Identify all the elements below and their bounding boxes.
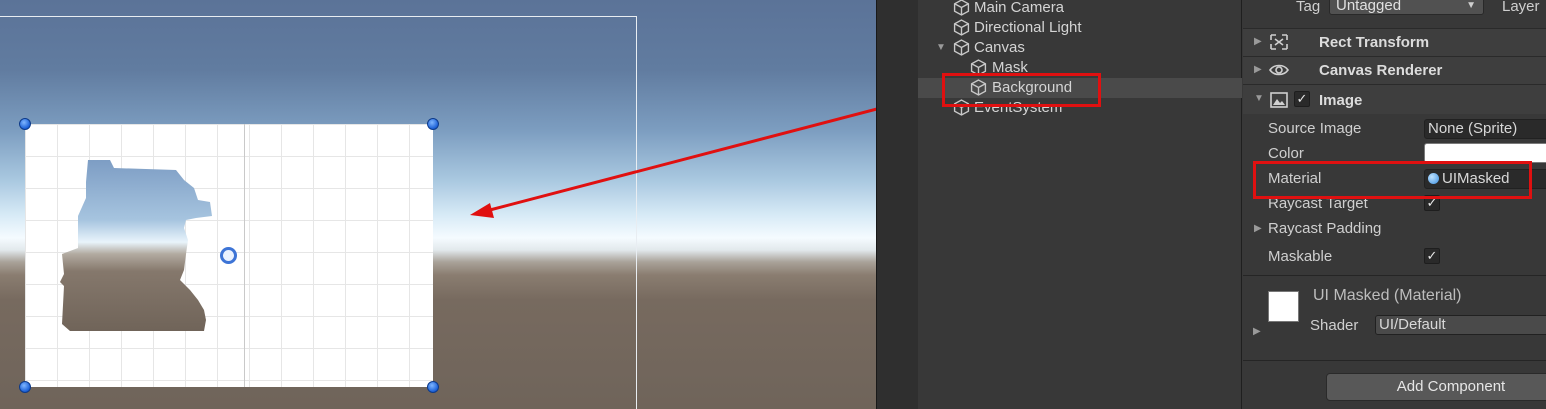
maskable-checkbox[interactable]: ✓ <box>1424 248 1440 264</box>
divider <box>1243 360 1546 361</box>
foldout-expanded-icon[interactable]: ▼ <box>1254 93 1264 104</box>
color-label: Color <box>1268 145 1304 162</box>
foldout-collapsed-icon[interactable]: ▶ <box>1254 36 1262 47</box>
hierarchy-item-label: Canvas <box>974 39 1025 56</box>
layer-label: Layer <box>1502 0 1540 15</box>
grid-center-line <box>244 124 245 387</box>
hierarchy-item-label: Directional Light <box>974 19 1082 36</box>
foldout-collapsed-icon[interactable]: ▶ <box>1253 326 1261 337</box>
component-title: Rect Transform <box>1319 34 1430 51</box>
source-image-field[interactable]: None (Sprite) <box>1424 119 1546 139</box>
tag-value: Untagged <box>1336 0 1402 14</box>
rect-handle-top-left[interactable] <box>19 118 31 130</box>
component-header-rect-transform[interactable]: ▶ Rect Transform <box>1243 28 1546 56</box>
maskable-label: Maskable <box>1268 248 1333 265</box>
rect-handle-bottom-left[interactable] <box>19 381 31 393</box>
highlight-box-material <box>1253 161 1532 199</box>
shader-label: Shader <box>1310 317 1359 334</box>
component-header-image[interactable]: ▼ ✓ Image <box>1243 84 1546 114</box>
tag-layer-row: Tag Untagged ▼ Layer <box>1243 0 1546 24</box>
eye-icon <box>1269 64 1289 76</box>
hierarchy-gutter <box>876 0 918 409</box>
scene-view[interactable] <box>0 0 876 409</box>
rect-transform-icon <box>1270 34 1288 50</box>
foldout-expanded-icon[interactable]: ▼ <box>936 42 948 54</box>
foldout-collapsed-icon[interactable]: ▶ <box>1254 223 1262 234</box>
material-preview <box>1268 291 1299 322</box>
hierarchy-item-directional-light[interactable]: Directional Light <box>918 18 1242 38</box>
add-component-button[interactable]: Add Component <box>1326 373 1546 401</box>
material-section-title: UI Masked (Material) <box>1313 287 1462 304</box>
hierarchy-item-canvas[interactable]: ▼ Canvas <box>918 38 1242 58</box>
rect-handle-top-right[interactable] <box>427 118 439 130</box>
foldout-collapsed-icon[interactable]: ▶ <box>1254 64 1262 75</box>
hierarchy-item-label: Main Camera <box>974 0 1065 16</box>
divider <box>1243 275 1546 276</box>
tag-dropdown[interactable]: Untagged ▼ <box>1329 0 1484 15</box>
component-title: Image <box>1319 92 1363 109</box>
component-title: Canvas Renderer <box>1319 62 1443 79</box>
tag-label: Tag <box>1296 0 1321 15</box>
gameobject-icon <box>953 0 970 16</box>
image-enabled-checkbox[interactable]: ✓ <box>1294 91 1310 107</box>
shader-dropdown[interactable]: UI/Default <box>1375 315 1546 335</box>
gameobject-icon <box>953 19 970 36</box>
rect-handle-bottom-right[interactable] <box>427 381 439 393</box>
source-image-label: Source Image <box>1268 120 1362 137</box>
hierarchy-item-main-camera[interactable]: Main Camera <box>918 0 1242 18</box>
image-component-icon <box>1270 92 1288 108</box>
gameobject-icon <box>953 39 970 56</box>
pivot-handle[interactable] <box>220 247 237 264</box>
dropdown-arrow-icon: ▼ <box>1466 0 1476 11</box>
hierarchy-panel[interactable]: Main Camera Directional Light ▼ Canvas M… <box>918 0 1242 409</box>
highlight-box-background <box>942 73 1101 107</box>
inspector-panel[interactable]: Tag Untagged ▼ Layer ▶ Rect Transform ▶ … <box>1243 0 1546 409</box>
component-header-canvas-renderer[interactable]: ▶ Canvas Renderer <box>1243 56 1546 84</box>
masked-region <box>60 160 212 331</box>
color-field[interactable] <box>1424 143 1546 163</box>
raycast-padding-label[interactable]: Raycast Padding <box>1268 220 1381 237</box>
